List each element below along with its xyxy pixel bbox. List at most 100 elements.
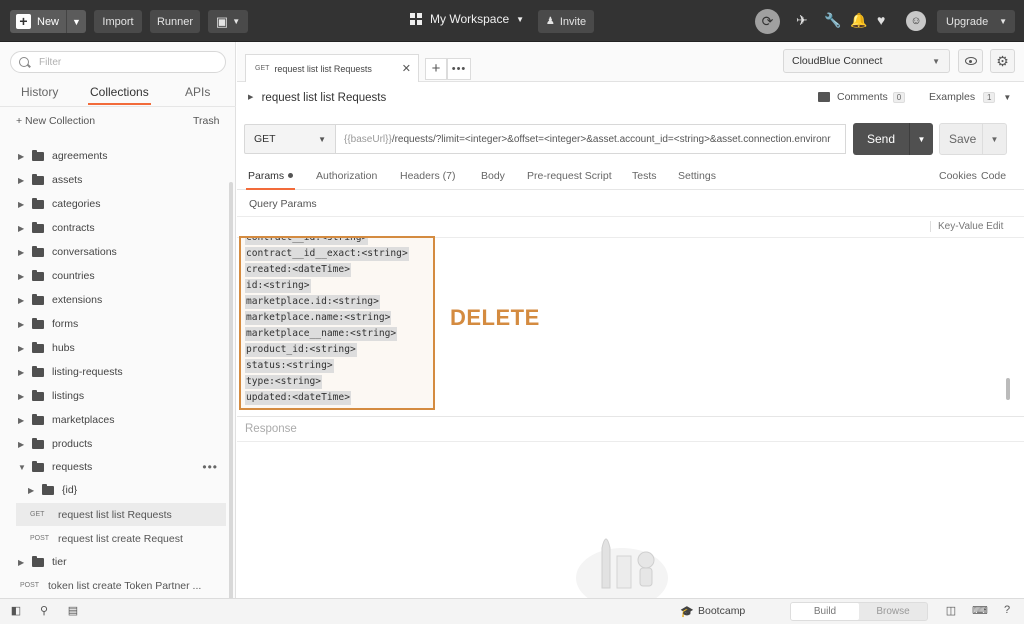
satellite-icon[interactable]: ✈ bbox=[796, 12, 808, 29]
folder-icon bbox=[32, 460, 44, 472]
modified-dot-icon bbox=[288, 173, 294, 178]
chevron-down-icon: ▼ bbox=[1003, 93, 1012, 102]
bulk-edit-textarea[interactable]: contract__id:<string> contract__id__exact… bbox=[239, 236, 435, 410]
request-tab[interactable]: GET request list list Requests ✕ bbox=[245, 54, 419, 82]
sidebar-toggle-icon[interactable]: ◧ bbox=[9, 604, 23, 618]
send-button[interactable]: Send ▼ bbox=[853, 123, 933, 155]
method-select[interactable]: GET ▼ bbox=[244, 124, 336, 154]
divider bbox=[0, 106, 236, 107]
folder-conversations[interactable]: ▶ conversations bbox=[0, 240, 228, 264]
trash-button[interactable]: Trash bbox=[193, 115, 219, 127]
folder-label: listings bbox=[52, 390, 85, 402]
tab-settings[interactable]: Settings bbox=[678, 170, 716, 182]
request-label: token list create Token Partner ... bbox=[48, 579, 202, 592]
new-tab-button[interactable]: + bbox=[425, 58, 447, 80]
filter-input[interactable]: Filter bbox=[10, 51, 226, 73]
comments-button[interactable]: Comments 0 bbox=[818, 91, 906, 103]
tab-authorization[interactable]: Authorization bbox=[316, 170, 377, 182]
environment-quick-look-button[interactable] bbox=[958, 49, 983, 73]
sidebar-scrollbar[interactable] bbox=[229, 182, 233, 602]
environment-select[interactable]: CloudBlue Connect ▼ bbox=[783, 49, 950, 73]
examples-button[interactable]: Examples 1 ▼ bbox=[929, 91, 1011, 103]
folder-icon bbox=[32, 365, 44, 377]
invite-button[interactable]: ♟ Invite bbox=[538, 10, 594, 33]
folder-categories[interactable]: ▶ categories bbox=[0, 192, 228, 216]
bell-icon[interactable]: 🔔 bbox=[850, 12, 867, 29]
request-title[interactable]: ▶ request list list Requests bbox=[248, 92, 386, 104]
chevron-down-icon[interactable]: ▼ bbox=[982, 124, 1006, 154]
wrench-icon[interactable]: 🔧 bbox=[824, 12, 841, 29]
new-collection-button[interactable]: + New Collection bbox=[16, 115, 95, 127]
sync-icon[interactable]: ⟳ bbox=[755, 9, 780, 34]
key-value-edit-button[interactable]: Key-Value Edit bbox=[930, 221, 1003, 232]
folder-forms[interactable]: ▶ forms bbox=[0, 312, 228, 336]
folder-agreements[interactable]: ▶ agreements bbox=[0, 144, 228, 168]
chevron-down-icon[interactable]: ▼ bbox=[66, 10, 86, 33]
help-icon[interactable]: ? bbox=[1000, 604, 1014, 618]
caret-right-icon: ▶ bbox=[18, 343, 25, 353]
runner-button[interactable]: Runner bbox=[150, 10, 200, 33]
new-button[interactable]: + New ▼ bbox=[10, 10, 86, 33]
folder-marketplaces[interactable]: ▶ marketplaces bbox=[0, 408, 228, 432]
keyboard-shortcuts-icon[interactable]: ⌨ bbox=[972, 604, 988, 618]
folder-assets[interactable]: ▶ assets bbox=[0, 168, 228, 192]
folder-listing-requests[interactable]: ▶ listing-requests bbox=[0, 360, 228, 384]
caret-right-icon: ▶ bbox=[248, 94, 254, 101]
folder-icon bbox=[32, 245, 44, 257]
bulk-edit-line: contract__id__exact:<string> bbox=[245, 247, 409, 261]
more-actions-icon[interactable]: ••• bbox=[202, 460, 218, 474]
workspace-switcher[interactable]: My Workspace ▼ bbox=[410, 12, 524, 26]
find-icon[interactable]: ⚲ bbox=[37, 604, 51, 618]
settings-button[interactable]: ⚙ bbox=[990, 49, 1015, 73]
code-link[interactable]: Code bbox=[981, 170, 1006, 182]
gear-icon: ⚙ bbox=[996, 53, 1009, 69]
new-window-icon: ▣ bbox=[215, 13, 229, 29]
heart-icon[interactable]: ♥ bbox=[877, 12, 885, 28]
request-title-text: request list list Requests bbox=[261, 92, 387, 104]
folder-extensions[interactable]: ▶ extensions bbox=[0, 288, 228, 312]
sidebar-request-token[interactable]: POST token list create Token Partner ... bbox=[6, 574, 216, 597]
two-pane-icon[interactable]: ◫ bbox=[944, 604, 958, 618]
console-icon[interactable]: ▤ bbox=[66, 604, 80, 618]
folder-icon bbox=[32, 197, 44, 209]
editor-scrollbar[interactable] bbox=[1006, 378, 1010, 400]
sidebar-request-post[interactable]: POST request list create Request bbox=[16, 527, 226, 550]
new-window-button[interactable]: ▣ ▼ bbox=[208, 10, 248, 33]
chevron-down-icon[interactable]: ▼ bbox=[909, 123, 933, 155]
folder-label: hubs bbox=[52, 342, 75, 354]
sidebar-request-get[interactable]: GET request list list Requests bbox=[16, 503, 226, 526]
save-button[interactable]: Save ▼ bbox=[939, 123, 1007, 155]
folder-tier[interactable]: ▶ tier bbox=[0, 550, 228, 574]
examples-label: Examples bbox=[929, 91, 976, 103]
tab-apis[interactable]: APIs bbox=[185, 85, 210, 99]
bootcamp-link[interactable]: Bootcamp bbox=[698, 605, 745, 617]
tab-headers[interactable]: Headers (7) bbox=[400, 170, 455, 182]
folder-products[interactable]: ▶ products bbox=[0, 432, 228, 456]
build-mode-button[interactable]: Build bbox=[791, 603, 859, 620]
more-tabs-button[interactable]: ••• bbox=[447, 58, 471, 80]
folder-icon bbox=[32, 173, 44, 185]
folder-contracts[interactable]: ▶ contracts bbox=[0, 216, 228, 240]
browse-mode-button[interactable]: Browse bbox=[859, 603, 927, 620]
url-input[interactable]: {{baseUrl}}/requests/?limit=<integer>&of… bbox=[336, 124, 846, 154]
tab-params[interactable]: Params bbox=[245, 170, 296, 190]
avatar[interactable]: ☺ bbox=[906, 11, 926, 31]
folder-listings[interactable]: ▶ listings bbox=[0, 384, 228, 408]
upgrade-label: Upgrade bbox=[946, 15, 989, 28]
tab-collections[interactable]: Collections bbox=[88, 85, 151, 105]
tab-pre-request-script[interactable]: Pre-request Script bbox=[527, 170, 612, 182]
import-button[interactable]: Import bbox=[94, 10, 142, 33]
tab-tests[interactable]: Tests bbox=[632, 170, 657, 182]
upgrade-button[interactable]: Upgrade ▼ bbox=[937, 10, 1015, 33]
folder-hubs[interactable]: ▶ hubs bbox=[0, 336, 228, 360]
folder-icon bbox=[32, 341, 44, 353]
rocket-illustration bbox=[576, 538, 668, 598]
folder-requests[interactable]: ▼ requests ••• bbox=[0, 455, 228, 479]
folder-id[interactable]: ▶ {id} bbox=[0, 478, 228, 502]
tab-body[interactable]: Body bbox=[481, 170, 505, 182]
tab-history[interactable]: History bbox=[21, 85, 58, 99]
folder-countries[interactable]: ▶ countries bbox=[0, 264, 228, 288]
workspace-grid-icon bbox=[410, 13, 422, 25]
close-icon[interactable]: ✕ bbox=[402, 62, 411, 75]
cookies-link[interactable]: Cookies bbox=[939, 170, 977, 182]
